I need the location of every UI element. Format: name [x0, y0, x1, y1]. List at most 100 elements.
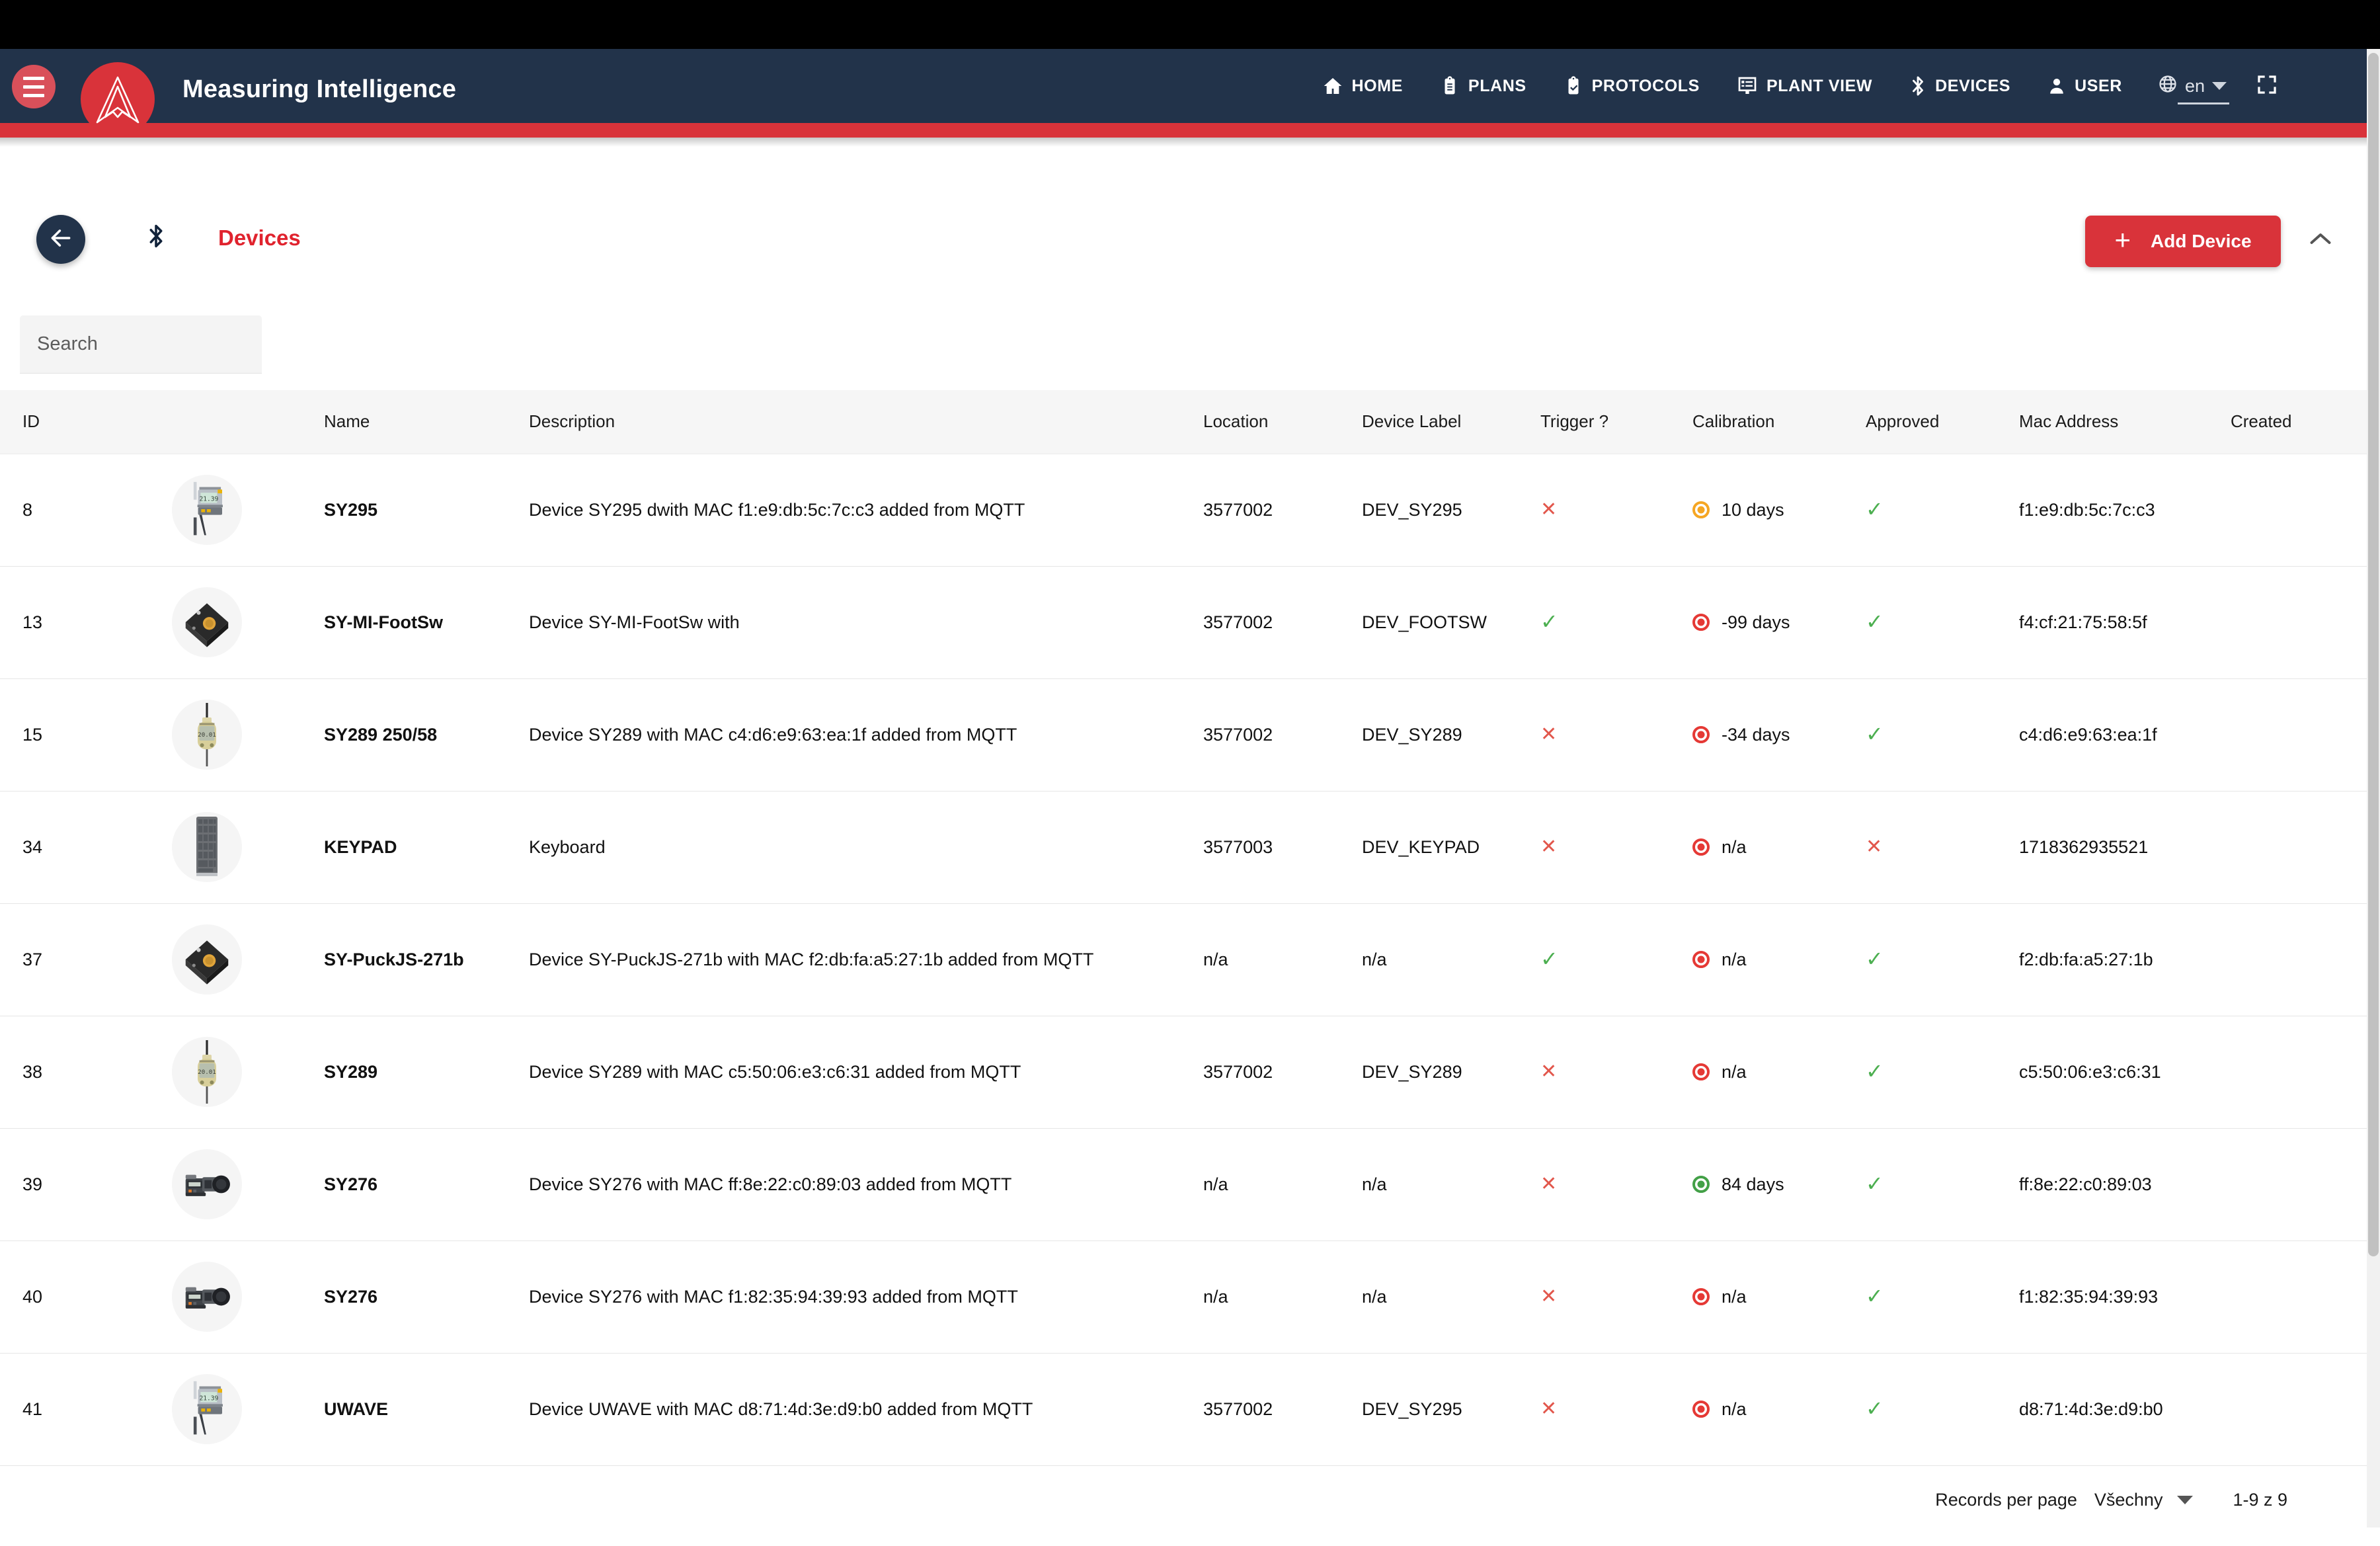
svg-text:20.01: 20.01 [198, 731, 216, 739]
table-row[interactable]: 8 21.39 SY295 Device SY295 dwith MAC f1:e9:… [0, 454, 2369, 566]
language-selector[interactable]: en [2141, 49, 2240, 123]
cell-description: Device SY276 with MAC f1:82:35:94:39:93 … [529, 1286, 1018, 1307]
row-id: 15 [22, 724, 43, 745]
column-header-description[interactable]: Description [529, 390, 1203, 454]
nav-item-home[interactable]: HOME [1304, 49, 1421, 123]
calibration-value: -34 days [1722, 724, 1790, 745]
chevron-down-icon[interactable] [2177, 1495, 2194, 1504]
check-icon: ✓ [1866, 497, 1884, 521]
cell-trigger: ✕ [1540, 1016, 1692, 1128]
nav-item-plant-view[interactable]: PLANT VIEW [1718, 49, 1891, 123]
cell-device-label: n/a [1362, 949, 1387, 969]
cell-created [2231, 903, 2369, 1016]
table-row[interactable]: 40 SY276 Device SY276 with MAC f1:82:35:94… [0, 1241, 2369, 1353]
table-row[interactable]: 13 SY-MI-FootSw Device SY-MI-FootSw with 35… [0, 566, 2369, 678]
page-toolbar [0, 165, 2380, 271]
cell-description: Device UWAVE with MAC d8:71:4d:3e:d9:b0 … [529, 1399, 1033, 1419]
calibration-status-indicator [1692, 726, 1710, 743]
list-panel-icon [1737, 75, 1758, 97]
row-id: 13 [22, 612, 43, 632]
row-id: 38 [22, 1061, 43, 1082]
cell-approved: ✓ [1866, 454, 2019, 566]
table-row[interactable]: 34 KEYPAD Keyboard 3577003 DEV_KEYPAD ✕ n/a ✕ 17… [0, 791, 2369, 903]
back-button[interactable] [36, 215, 85, 264]
column-header-calibration[interactable]: Calibration [1692, 390, 1866, 454]
add-device-button[interactable]: + Add Device [2085, 216, 2281, 267]
cell-calibration: 84 days [1692, 1128, 1866, 1241]
device-thumbnail [172, 812, 242, 882]
cell-trigger: ✕ [1540, 1353, 1692, 1465]
nav-item-user[interactable]: USER [2029, 49, 2141, 123]
cell-name: UWAVE [324, 1399, 389, 1419]
cell-created [2231, 791, 2369, 903]
chevron-down-icon [2212, 82, 2227, 90]
bluetooth-status-icon[interactable] [147, 223, 165, 253]
calibration-value: 84 days [1722, 1174, 1784, 1194]
cell-device-label: DEV_FOOTSW [1362, 612, 1488, 632]
cell-calibration: -99 days [1692, 566, 1866, 678]
cell-device-label: DEV_SY295 [1362, 499, 1462, 520]
nav-item-protocols[interactable]: PROTOCOLS [1545, 49, 1718, 123]
nav-item-plans[interactable]: PLANS [1421, 49, 1545, 123]
cell-approved: ✓ [1866, 1241, 2019, 1353]
collapse-panel-button[interactable] [2309, 230, 2332, 251]
search-input[interactable] [20, 315, 262, 374]
cell-description: Device SY289 with MAC c5:50:06:e3:c6:31 … [529, 1061, 1021, 1082]
column-header-created[interactable]: Created [2231, 390, 2369, 454]
cell-name: SY-MI-FootSw [324, 612, 443, 632]
cell-created [2231, 566, 2369, 678]
app-window: Measuring Intelligence HOME PLANS PROTOC… [0, 0, 2380, 1546]
column-header-location[interactable]: Location [1203, 390, 1362, 454]
cross-icon: ✕ [1540, 723, 1558, 745]
cell-mac-address: f2:db:fa:a5:27:1b [2019, 949, 2153, 969]
cell-calibration: n/a [1692, 1353, 1866, 1465]
table-row[interactable]: 15 20.01 SY289 250/58 Device SY289 with MAC… [0, 678, 2369, 791]
browser-chrome-strip [0, 0, 2380, 49]
arrow-left-icon [48, 225, 73, 254]
language-value: en [2184, 75, 2205, 96]
cell-calibration: n/a [1692, 903, 1866, 1016]
column-header-trigger[interactable]: Trigger ? [1540, 390, 1692, 454]
check-icon: ✓ [1866, 1397, 1884, 1420]
cell-description: Device SY295 dwith MAC f1:e9:db:5c:7c:c3… [529, 499, 1025, 520]
cell-device-label: n/a [1362, 1174, 1387, 1194]
calibration-status-indicator [1692, 1288, 1710, 1305]
cell-name: KEYPAD [324, 836, 397, 857]
fullscreen-button[interactable] [2240, 49, 2297, 123]
cell-calibration: -34 days [1692, 678, 1866, 791]
row-id: 39 [22, 1174, 43, 1194]
app-logo[interactable] [81, 62, 155, 136]
column-header-device-label[interactable]: Device Label [1362, 390, 1540, 454]
table-row[interactable]: 38 20.01 SY289 Device SY289 with MAC c5:50:… [0, 1016, 2369, 1128]
page-scrollbar-thumb[interactable] [2368, 53, 2379, 1256]
table-row[interactable]: 39 SY276 Device SY276 with MAC ff:8e:22:c0… [0, 1128, 2369, 1241]
chevron-up-icon [2309, 233, 2332, 250]
nav-item-devices[interactable]: DEVICES [1891, 49, 2029, 123]
column-header-mac-address[interactable]: Mac Address [2019, 390, 2231, 454]
hamburger-menu-icon[interactable] [12, 65, 56, 108]
row-id: 40 [22, 1286, 43, 1307]
check-icon: ✓ [1866, 1284, 1884, 1308]
column-header-approved[interactable]: Approved [1866, 390, 2019, 454]
records-per-page-select[interactable]: Všechny [2094, 1490, 2163, 1510]
cell-trigger: ✓ [1540, 903, 1692, 1016]
cell-approved: ✓ [1866, 903, 2019, 1016]
table-row[interactable]: 41 21.39 UWAVE Device UWAVE with MAC d8:71:… [0, 1353, 2369, 1465]
cell-name: SY289 [324, 1061, 378, 1082]
cell-created [2231, 1016, 2369, 1128]
nav-item-label: USER [2075, 76, 2122, 95]
cell-mac-address: f1:82:35:94:39:93 [2019, 1286, 2159, 1307]
row-id: 37 [22, 949, 43, 969]
cell-created [2231, 1353, 2369, 1465]
cell-calibration: n/a [1692, 1016, 1866, 1128]
table-row[interactable]: 37 SY-PuckJS-271b Device SY-PuckJS-271b wi… [0, 903, 2369, 1016]
cell-location: 3577002 [1203, 1399, 1273, 1419]
column-header-name[interactable]: Name [324, 390, 529, 454]
nav-item-label: HOME [1351, 76, 1403, 95]
device-thumbnail [172, 924, 242, 995]
cell-description: Device SY276 with MAC ff:8e:22:c0:89:03 … [529, 1174, 1012, 1194]
cross-icon: ✕ [1540, 1285, 1558, 1307]
calibration-value: n/a [1722, 836, 1747, 857]
column-header-id[interactable]: ID [0, 390, 324, 454]
cell-device-label: DEV_SY289 [1362, 1061, 1462, 1082]
